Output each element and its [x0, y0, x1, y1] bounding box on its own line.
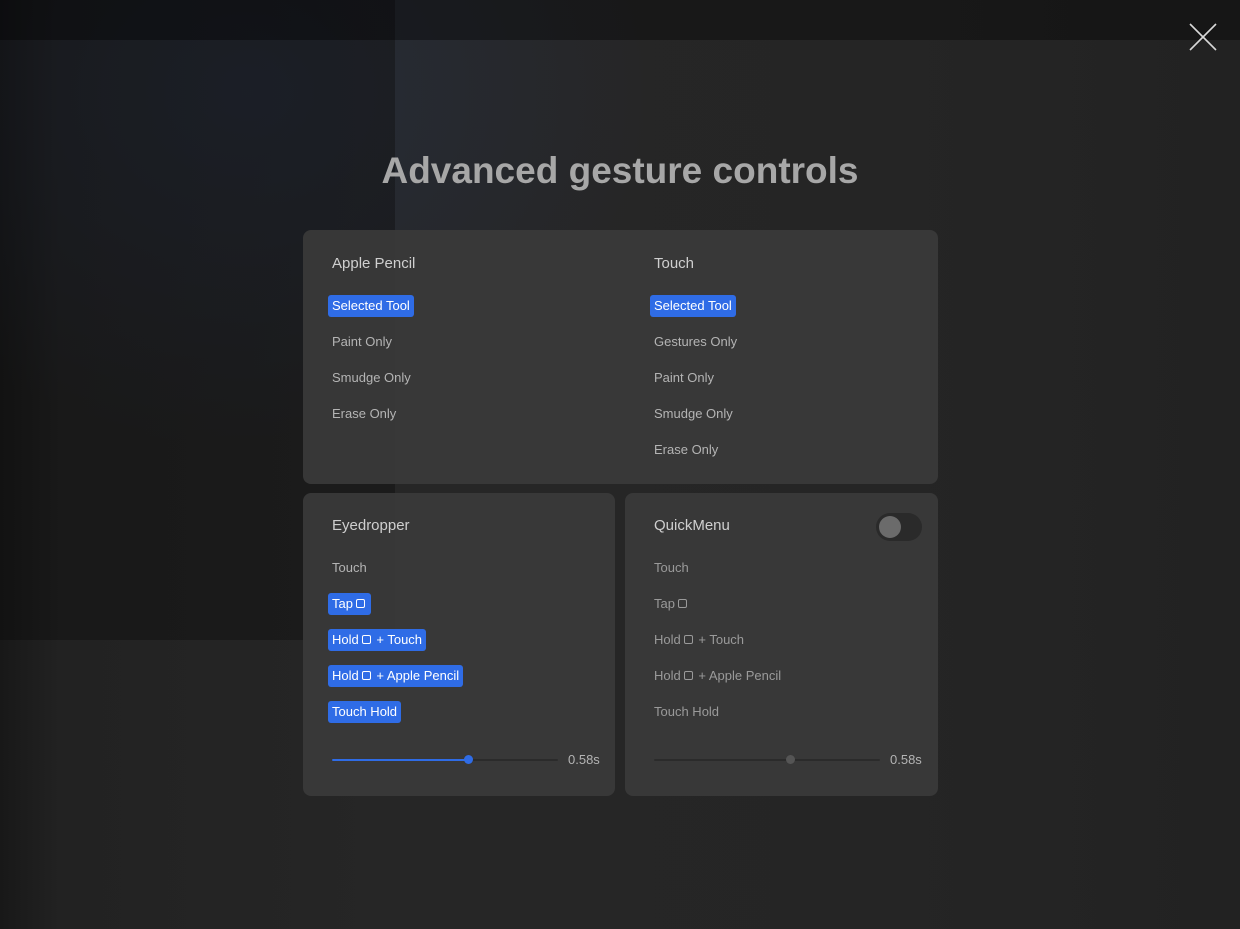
eyedropper-option-touch[interactable]: Touch — [332, 557, 367, 579]
eyedropper-option-hold-touch[interactable]: Hold + Touch — [328, 629, 427, 651]
quickmenu-option-touch-hold[interactable]: Touch Hold — [654, 701, 719, 723]
touch-option-gestures-only[interactable]: Gestures Only — [654, 331, 737, 353]
modifier-key-icon — [361, 635, 371, 644]
page-title: Advanced gesture controls — [381, 150, 859, 191]
quickmenu-delay-value: 0.58s — [890, 752, 922, 767]
slider-fill — [332, 759, 468, 761]
touch-option-paint-only[interactable]: Paint Only — [654, 367, 714, 389]
touch-option-erase-only[interactable]: Erase Only — [654, 439, 718, 461]
modifier-key-icon — [683, 671, 693, 680]
quickmenu-delay-slider[interactable] — [654, 754, 880, 766]
quickmenu-option-hold-touch[interactable]: Hold + Touch — [654, 629, 744, 651]
apple-pencil-option-paint-only[interactable]: Paint Only — [332, 331, 392, 353]
eyedropper-panel: Eyedropper Touch Tap Hold + Touch Hold +… — [303, 493, 615, 796]
eyedropper-option-hold-apple-pencil[interactable]: Hold + Apple Pencil — [328, 665, 464, 687]
quickmenu-option-hold-apple-pencil[interactable]: Hold + Apple Pencil — [654, 665, 781, 687]
eyedropper-delay-slider[interactable] — [332, 754, 558, 766]
close-icon — [1189, 23, 1217, 51]
apple-pencil-option-selected-tool[interactable]: Selected Tool — [328, 295, 414, 317]
apple-pencil-option-erase-only[interactable]: Erase Only — [332, 403, 396, 425]
modifier-key-icon — [355, 599, 365, 608]
touch-heading: Touch — [654, 255, 695, 272]
eyedropper-heading: Eyedropper — [332, 517, 410, 534]
quickmenu-toggle[interactable] — [876, 513, 922, 541]
modifier-key-icon — [677, 599, 687, 608]
eyedropper-option-touch-hold[interactable]: Touch Hold — [328, 701, 402, 723]
slider-thumb[interactable] — [463, 755, 473, 764]
touch-option-smudge-only[interactable]: Smudge Only — [654, 403, 733, 425]
slider-thumb[interactable] — [785, 755, 795, 764]
toggle-knob — [879, 516, 901, 538]
quickmenu-heading: QuickMenu — [654, 517, 730, 534]
quickmenu-option-touch[interactable]: Touch — [654, 557, 689, 579]
quickmenu-option-tap[interactable]: Tap — [654, 593, 689, 615]
modifier-key-icon — [361, 671, 371, 680]
slider-track — [654, 759, 880, 761]
eyedropper-option-tap[interactable]: Tap — [328, 593, 371, 615]
apple-pencil-heading: Apple Pencil — [332, 255, 416, 272]
quickmenu-panel: QuickMenu Touch Tap Hold + Touch Hold + … — [625, 493, 938, 796]
modifier-key-icon — [683, 635, 693, 644]
apple-pencil-option-smudge-only[interactable]: Smudge Only — [332, 367, 411, 389]
touch-option-selected-tool[interactable]: Selected Tool — [650, 295, 736, 317]
close-button[interactable] — [1182, 18, 1224, 60]
eyedropper-delay-value: 0.58s — [568, 752, 600, 767]
input-mode-panel: Apple Pencil Selected Tool Paint Only Sm… — [303, 230, 938, 484]
